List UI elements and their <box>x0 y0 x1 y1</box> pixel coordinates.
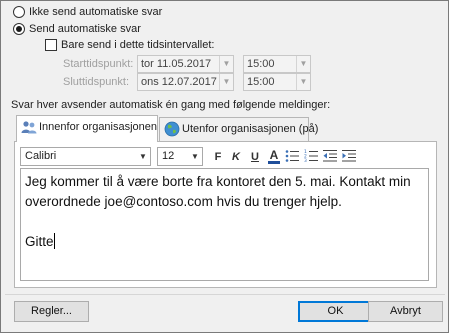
start-date-value: tor 11.05.2017 <box>141 58 212 70</box>
bold-button[interactable]: F <box>210 149 226 165</box>
message-editor[interactable]: Jeg kommer til å være borte fra kontoret… <box>20 168 429 281</box>
send-auto-reply-radio[interactable] <box>13 23 25 35</box>
chevron-down-icon: ▼ <box>139 152 147 161</box>
font-family-select[interactable]: Calibri ▼ <box>20 147 151 166</box>
message-line-2: overordnede joe@contoso.com hvis du tren… <box>25 194 342 209</box>
tab-inside-label: Innenfor organisasjonen <box>39 121 158 133</box>
font-color-button[interactable]: A <box>266 148 282 164</box>
font-color-bar <box>268 160 280 164</box>
chevron-down-icon: ▼ <box>296 74 310 90</box>
tab-outside-organization[interactable]: Utenfor organisasjonen (på) <box>159 117 318 141</box>
no-auto-reply-radio[interactable] <box>13 6 25 18</box>
italic-button[interactable]: K <box>228 149 244 165</box>
time-range-checkbox[interactable] <box>45 39 57 51</box>
chevron-down-icon: ▼ <box>219 74 233 90</box>
message-signature: Gitte <box>25 234 54 249</box>
end-time-picker[interactable]: 15:00 ▼ <box>243 73 311 91</box>
globe-icon <box>164 121 180 137</box>
footer-divider <box>5 294 445 295</box>
increase-indent-icon[interactable] <box>342 149 356 163</box>
time-range-label[interactable]: Bare send i dette tidsintervallet: <box>61 38 214 52</box>
end-date-picker[interactable]: ons 12.07.2017 ▼ <box>137 73 234 91</box>
end-time-label: Sluttidspunkt: <box>63 76 130 88</box>
numbered-list-icon[interactable]: 1 2 3 <box>304 149 318 163</box>
svg-text:3: 3 <box>304 158 307 163</box>
chevron-down-icon: ▼ <box>191 152 199 161</box>
tab-outside-label: Utenfor organisasjonen (på) <box>182 123 319 135</box>
ok-button[interactable]: OK <box>298 301 373 322</box>
message-line-1: Jeg kommer til å være borte fra kontoret… <box>25 174 411 189</box>
underline-button[interactable]: U <box>247 149 263 165</box>
no-auto-reply-label[interactable]: Ikke send automatiske svar <box>29 5 162 19</box>
people-icon <box>21 121 37 134</box>
decrease-indent-icon[interactable] <box>323 149 337 163</box>
message-blank-line: ​ <box>25 212 424 232</box>
font-size-value: 12 <box>162 150 175 162</box>
start-date-picker[interactable]: tor 11.05.2017 ▼ <box>137 55 234 73</box>
font-color-letter: A <box>269 147 279 162</box>
send-auto-reply-label[interactable]: Send automatiske svar <box>29 22 141 36</box>
chevron-down-icon: ▼ <box>296 56 310 72</box>
instruction-text: Svar hver avsender automatisk én gang me… <box>11 99 331 111</box>
font-size-select[interactable]: 12 ▼ <box>157 147 203 166</box>
cancel-button[interactable]: Avbryt <box>368 301 443 322</box>
end-date-value: ons 12.07.2017 <box>141 76 217 88</box>
start-time-value: 15:00 <box>247 58 275 70</box>
rules-button[interactable]: Regler... <box>14 301 89 322</box>
automatic-replies-dialog: Ikke send automatiske svar Send automati… <box>0 0 449 333</box>
message-signature-line: Gitte <box>25 232 424 252</box>
end-time-value: 15:00 <box>247 76 275 88</box>
bullet-list-icon[interactable] <box>285 149 299 163</box>
start-time-label: Starttidspunkt: <box>63 58 134 70</box>
chevron-down-icon: ▼ <box>219 56 233 72</box>
start-time-picker[interactable]: 15:00 ▼ <box>243 55 311 73</box>
text-caret <box>53 233 55 249</box>
font-family-value: Calibri <box>25 150 57 162</box>
tab-inside-organization[interactable]: Innenfor organisasjonen <box>16 115 158 142</box>
